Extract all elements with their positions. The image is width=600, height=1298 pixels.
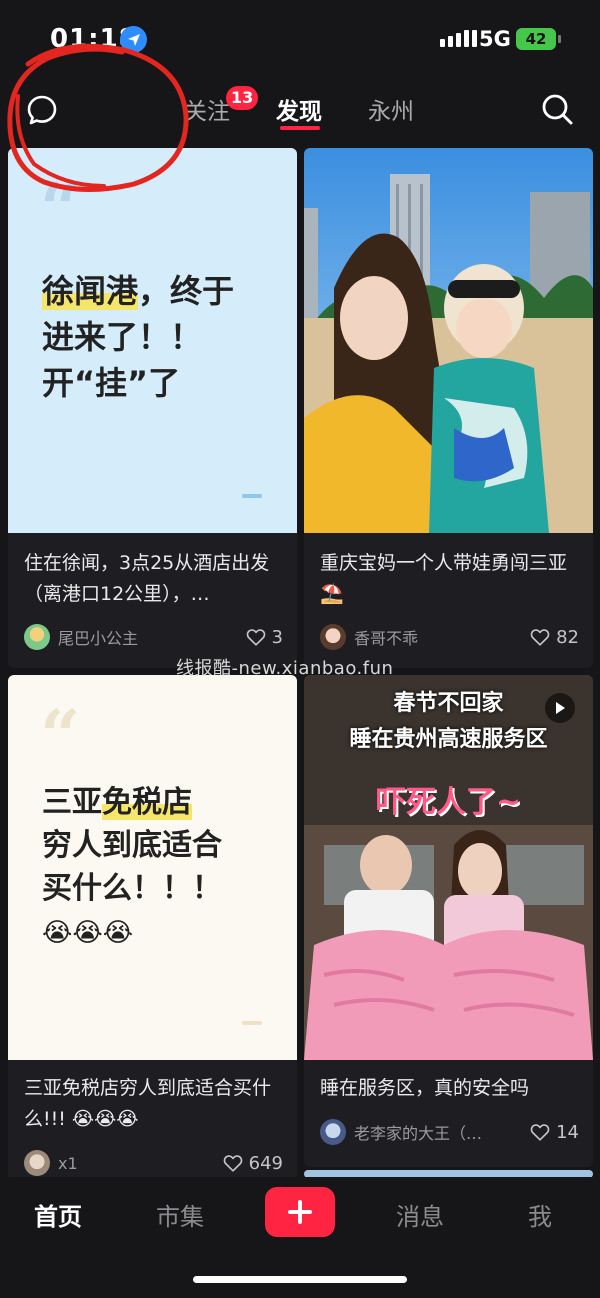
decor-dash (242, 1021, 262, 1025)
tab-follow[interactable]: 关注 (184, 92, 230, 126)
feed-card[interactable]: “ 徐闻港，终于 进来了！！ 开“挂”了 住在徐闻，3点25从酒店出发（离港口1… (8, 148, 297, 668)
card-cover[interactable]: “ 三亚免税店 穷人到底适合 买什么！！！ 😭😭😭 (8, 675, 297, 1060)
top-nav: 关注 13 发现 永州 (0, 80, 600, 140)
like-button[interactable]: 649 (222, 1152, 283, 1174)
cover-text-line: 穷人到底适合 (42, 828, 222, 863)
network-type: 5G (479, 27, 511, 51)
card-cover-photo[interactable] (304, 148, 593, 534)
status-bar: 01:18 5G 42 (0, 0, 600, 80)
cover-text-line: 进来了！！ (42, 318, 203, 356)
author-name[interactable]: 老李家的大王（… (354, 1120, 529, 1144)
heart-icon (530, 1124, 550, 1141)
heart-icon (246, 629, 265, 646)
tab-discover[interactable]: 发现 (276, 92, 322, 126)
cover-title-highlight: 吓死人了~ (375, 785, 522, 820)
avatar[interactable] (320, 624, 346, 650)
cover-highlight: 免税店 (102, 785, 192, 820)
heart-icon (223, 1155, 242, 1172)
avatar[interactable] (24, 1150, 50, 1176)
like-count: 14 (556, 1121, 579, 1143)
home-indicator[interactable] (193, 1276, 407, 1283)
author-name[interactable]: 尾巴小公主 (58, 625, 245, 649)
heart-icon (530, 629, 550, 646)
card-title[interactable]: 睡在服务区，真的安全吗 (320, 1073, 579, 1105)
battery-icon: 42 (516, 28, 561, 50)
like-count: 3 (271, 626, 283, 648)
avatar[interactable] (24, 624, 50, 650)
battery-level: 42 (525, 30, 547, 48)
like-button[interactable]: 82 (529, 626, 579, 648)
card-cover[interactable]: “ 徐闻港，终于 进来了！！ 开“挂”了 (8, 148, 297, 533)
like-count: 82 (556, 626, 579, 648)
cover-title-line: 睡在贵州高速服务区 (349, 727, 548, 752)
card-meta: x1 649 (24, 1149, 283, 1177)
avatar[interactable] (320, 1119, 346, 1145)
location-arrow-icon (120, 26, 147, 53)
feed-card[interactable]: 重庆宝妈一个人带娃勇闯三亚⛱️ 香哥不乖 82 (304, 148, 593, 668)
cellular-signal-icon (440, 30, 477, 47)
tab-market[interactable]: 市集 (156, 1197, 204, 1232)
like-button[interactable]: 3 (245, 626, 283, 648)
plus-icon (288, 1200, 312, 1224)
tab-local-city[interactable]: 永州 (368, 92, 414, 126)
card-title[interactable]: 住在徐闻，3点25从酒店出发（离港口12公里），… (24, 548, 283, 610)
author-name[interactable]: 香哥不乖 (354, 625, 529, 649)
cover-text-line: 买什么！！！ (42, 871, 222, 906)
feed-card[interactable]: 春节不回家 睡在贵州高速服务区 吓死人了~ 睡在服务区，真的安全吗 老李家的大王… (304, 675, 593, 1167)
chat-bubble-icon[interactable] (24, 92, 60, 128)
card-title[interactable]: 三亚免税店穷人到底适合买什么!!! 😭😭😭 (24, 1073, 283, 1135)
watermark-text: 线报酷-new.xianbao.fun (176, 658, 394, 679)
bottom-tab-bar: 首页 市集 消息 我 (0, 1177, 600, 1298)
card-title[interactable]: 重庆宝妈一个人带娃勇闯三亚⛱️ (320, 548, 579, 610)
tab-messages[interactable]: 消息 (396, 1197, 444, 1232)
card-meta: 老李家的大王（… 14 (320, 1118, 579, 1146)
tab-me[interactable]: 我 (528, 1197, 552, 1232)
quote-icon: “ (40, 167, 81, 250)
play-icon[interactable] (545, 693, 575, 723)
cover-text-line: ，终于 (138, 272, 235, 310)
feed-card[interactable]: “ 三亚免税店 穷人到底适合 买什么！！！ 😭😭😭 三亚免税店穷人到底适合买什么… (8, 675, 297, 1180)
publish-button[interactable] (265, 1187, 335, 1237)
like-button[interactable]: 14 (529, 1121, 579, 1143)
author-name[interactable]: x1 (58, 1154, 222, 1173)
cover-text-line: 开“挂”了 (42, 364, 181, 402)
quote-icon: “ (40, 694, 81, 777)
card-cover-video[interactable]: 春节不回家 睡在贵州高速服务区 吓死人了~ (304, 675, 593, 1060)
card-meta: 香哥不乖 82 (320, 623, 579, 651)
cover-highlight: 徐闻港 (42, 272, 139, 310)
cover-text: 徐闻港，终于 进来了！！ 开“挂”了 (42, 268, 234, 406)
card-meta: 尾巴小公主 3 (24, 623, 283, 651)
cover-emoji: 😭😭😭 (42, 918, 134, 948)
follow-badge: 13 (226, 86, 259, 110)
cover-text-line: 三亚 (42, 785, 102, 820)
cover-text: 三亚免税店 穷人到底适合 买什么！！！ 😭😭😭 (42, 781, 222, 955)
tab-home[interactable]: 首页 (34, 1197, 82, 1232)
active-tab-underline (280, 126, 320, 130)
like-count: 649 (248, 1152, 283, 1174)
decor-dash (242, 494, 262, 498)
search-icon[interactable] (540, 92, 574, 126)
